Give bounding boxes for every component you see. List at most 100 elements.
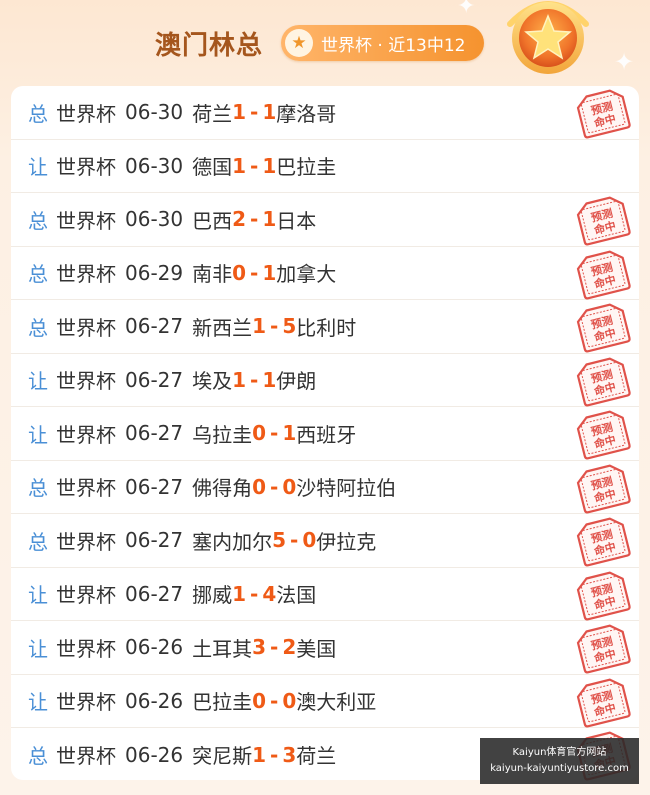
- away-score: 1: [262, 367, 277, 392]
- home-team: 德国: [192, 155, 233, 180]
- page-title: 澳门林总: [155, 31, 264, 61]
- score-separator: -: [270, 688, 279, 713]
- home-team: 土耳其: [192, 636, 253, 661]
- league-name: 世界杯: [56, 101, 116, 126]
- away-score: 0: [282, 474, 297, 499]
- home-team: 佛得角: [192, 476, 253, 501]
- home-team: 塞内加尔: [192, 529, 273, 554]
- away-team: 巴拉圭: [276, 155, 337, 180]
- match-date: 06-27: [125, 474, 184, 499]
- home-score: 0: [252, 421, 267, 446]
- prediction-hit-stamp-icon: 预测命中: [576, 624, 631, 674]
- score-separator: -: [250, 153, 259, 178]
- league-name: 世界杯: [56, 529, 116, 554]
- match-row[interactable]: 总世界杯 06-29 南非 0-1 加拿大 预测 命中: [11, 247, 639, 300]
- bet-type-tag: 总: [28, 208, 48, 233]
- match-row[interactable]: 让世界杯 06-27 挪威 1-4 法国 预测 命中: [11, 568, 639, 621]
- home-team: 新西兰: [192, 315, 253, 340]
- away-team: 沙特阿拉伯: [296, 476, 397, 501]
- bet-type-tag: 让: [28, 583, 48, 608]
- sparkle-icon: ✦: [614, 48, 635, 76]
- away-team: 摩洛哥: [276, 101, 337, 126]
- match-date: 06-30: [125, 207, 184, 232]
- prediction-hit-stamp-icon: 预测命中: [576, 410, 631, 460]
- away-score: 3: [282, 742, 297, 767]
- match-row[interactable]: 总世界杯 06-27 新西兰 1-5 比利时 预测 命中: [11, 300, 639, 354]
- match-row[interactable]: 总世界杯 06-27 佛得角 0-0 沙特阿拉伯 预测 命中: [11, 461, 639, 514]
- match-row[interactable]: 让世界杯 06-27 埃及 1-1 伊朗 预测 命中: [11, 354, 639, 407]
- away-score: 0: [282, 688, 297, 713]
- match-date: 06-26: [125, 688, 184, 713]
- bet-type-tag: 让: [28, 422, 48, 447]
- away-team: 荷兰: [296, 744, 337, 769]
- away-score: 1: [282, 421, 297, 446]
- match-row[interactable]: 让世界杯 06-30 德国 1-1 巴拉圭: [11, 140, 639, 193]
- away-team: 伊拉克: [316, 529, 377, 554]
- prediction-hit-stamp-icon: 预测命中: [576, 89, 631, 139]
- home-team: 南非: [192, 262, 233, 287]
- home-score: 5: [272, 528, 287, 553]
- away-score: 4: [262, 581, 277, 606]
- match-row[interactable]: 让世界杯 06-26 巴拉圭 0-0 澳大利亚 预测 命中: [11, 675, 639, 728]
- away-team: 西班牙: [296, 422, 357, 447]
- away-team: 比利时: [296, 315, 357, 340]
- match-row[interactable]: 总世界杯 06-27 塞内加尔 5-0 伊拉克 预测 命中: [11, 514, 639, 568]
- prediction-hit-stamp-icon: 预测命中: [576, 196, 631, 246]
- match-date: 06-27: [125, 528, 184, 553]
- score-separator: -: [250, 367, 259, 392]
- home-team: 乌拉圭: [192, 422, 253, 447]
- match-date: 06-27: [125, 367, 184, 392]
- prediction-hit-stamp-icon: 预测命中: [576, 678, 631, 727]
- match-row[interactable]: 让世界杯 06-26 土耳其 3-2 美国 预测 命中: [11, 621, 639, 675]
- star-icon: ★: [285, 29, 313, 57]
- home-score: 0: [252, 688, 267, 713]
- league-name: 世界杯: [56, 155, 116, 180]
- match-row[interactable]: 总世界杯 06-30 巴西 2-1 日本 预测 命中: [11, 193, 639, 247]
- home-score: 1: [252, 314, 267, 339]
- league-name: 世界杯: [56, 208, 116, 233]
- bet-type-tag: 总: [28, 476, 48, 501]
- record-badge-text: 世界杯 · 近13中12: [321, 35, 466, 56]
- bet-type-tag: 让: [28, 369, 48, 394]
- home-score: 1: [252, 742, 267, 767]
- bet-type-tag: 总: [28, 262, 48, 287]
- away-score: 5: [282, 314, 297, 339]
- score-separator: -: [290, 528, 299, 553]
- home-team: 突尼斯: [192, 744, 253, 769]
- away-score: 1: [262, 260, 277, 285]
- match-row[interactable]: 总世界杯 06-30 荷兰 1-1 摩洛哥 预测 命中: [11, 86, 639, 140]
- home-score: 0: [252, 474, 267, 499]
- league-name: 世界杯: [56, 583, 116, 608]
- score-separator: -: [270, 314, 279, 339]
- home-score: 1: [232, 581, 247, 606]
- match-row[interactable]: 让世界杯 06-27 乌拉圭 0-1 西班牙 预测 命中: [11, 407, 639, 461]
- league-name: 世界杯: [56, 744, 116, 769]
- score-separator: -: [250, 581, 259, 606]
- match-date: 06-29: [125, 260, 184, 285]
- home-score: 1: [232, 367, 247, 392]
- prediction-hit-stamp-icon: 预测命中: [576, 464, 631, 513]
- score-separator: -: [250, 260, 259, 285]
- bet-type-tag: 让: [28, 155, 48, 180]
- watermark-line2: kaiyun-kaiyuntiyustore.com: [490, 763, 629, 774]
- watermark: Kaiyun体育官方网站 kaiyun-kaiyuntiyustore.com: [480, 738, 639, 784]
- league-name: 世界杯: [56, 262, 116, 287]
- home-score: 1: [232, 100, 247, 125]
- prediction-hit-stamp-icon: 预测命中: [576, 357, 631, 406]
- away-team: 日本: [276, 208, 317, 233]
- gold-medal-star-icon: [507, 1, 589, 74]
- score-separator: -: [270, 421, 279, 446]
- home-score: 2: [232, 207, 247, 232]
- match-date: 06-27: [125, 581, 184, 606]
- away-score: 1: [262, 207, 277, 232]
- away-team: 加拿大: [276, 262, 337, 287]
- away-score: 2: [282, 635, 297, 660]
- prediction-hit-stamp-icon: 预测命中: [576, 303, 631, 353]
- away-score: 1: [262, 153, 277, 178]
- match-date: 06-27: [125, 314, 184, 339]
- score-separator: -: [250, 207, 259, 232]
- score-separator: -: [270, 742, 279, 767]
- match-date: 06-30: [125, 100, 184, 125]
- league-name: 世界杯: [56, 690, 116, 715]
- watermark-line1: Kaiyun体育官方网站: [512, 747, 607, 758]
